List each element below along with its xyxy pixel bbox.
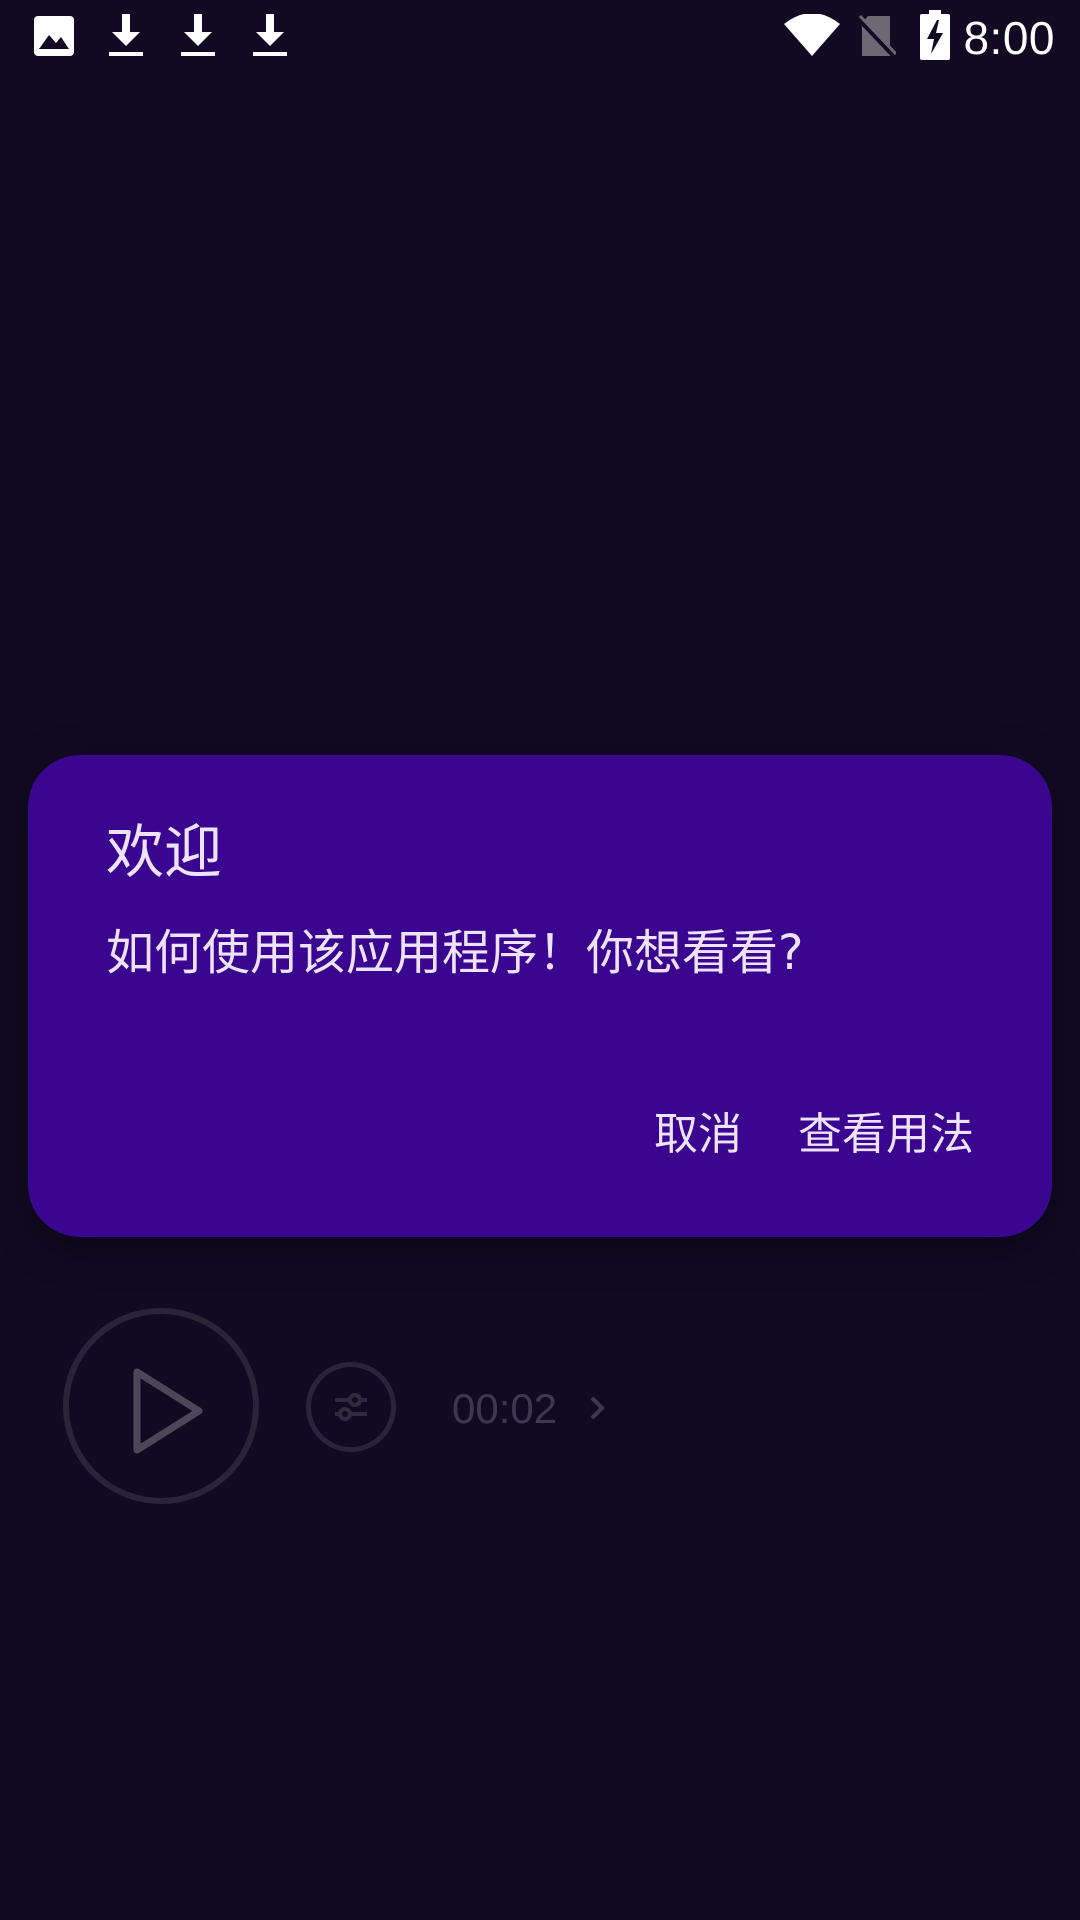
download-icon [181, 14, 215, 56]
equalizer-settings-icon [335, 1393, 367, 1421]
equalizer-button[interactable] [306, 1362, 396, 1452]
audio-player: 00:02 [0, 1300, 1080, 1520]
no-sim-icon [858, 14, 896, 58]
download-icon [253, 14, 287, 56]
play-button[interactable] [63, 1308, 259, 1504]
duration-label: 00:02 [452, 1385, 558, 1432]
image-icon [34, 16, 74, 56]
chevron-right-icon[interactable] [588, 1394, 606, 1422]
play-icon [133, 1368, 203, 1454]
view-usage-button[interactable]: 查看用法 [782, 1095, 990, 1175]
status-time: 8:00 [963, 12, 1055, 64]
dialog-title: 欢迎 [106, 818, 223, 886]
download-icon [109, 14, 143, 56]
status-bar: 8:00 [0, 0, 1080, 74]
battery-charging-icon [920, 10, 950, 60]
cancel-button[interactable]: 取消 [638, 1095, 758, 1175]
dialog-message: 如何使用该应用程序！你想看看? [106, 925, 804, 981]
welcome-dialog: 欢迎 如何使用该应用程序！你想看看? 取消 查看用法 [28, 755, 1052, 1237]
wifi-icon [784, 14, 840, 56]
